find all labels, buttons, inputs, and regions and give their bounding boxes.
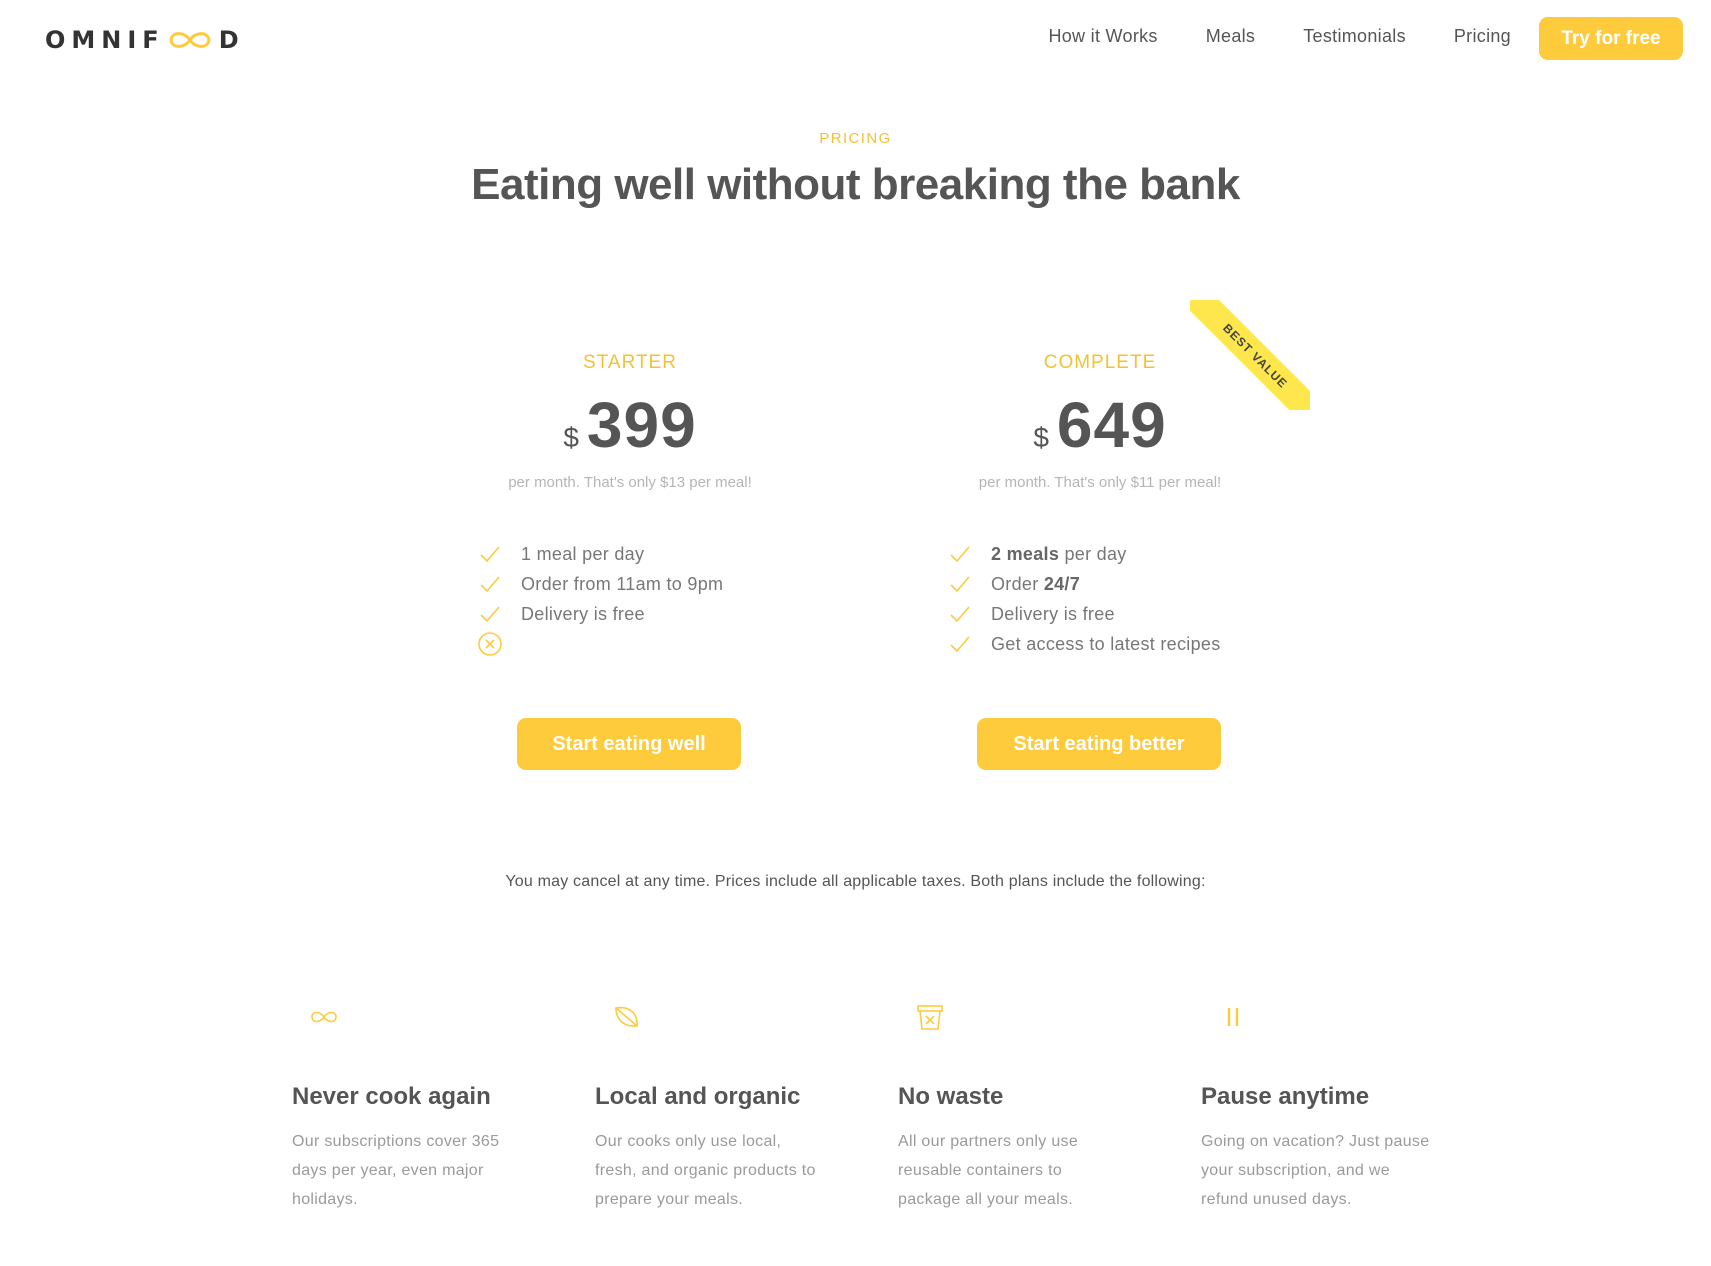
plan-feature: Get access to latest recipes: [947, 629, 1300, 659]
feature-line: holidays.: [292, 1191, 358, 1208]
feature-line: your subscription, and we: [1201, 1162, 1390, 1179]
best-value-ribbon: BEST VALUE: [1190, 300, 1310, 410]
feature-line: reusable containers to: [898, 1162, 1063, 1179]
feature-local-and-organic: Local and organic Our cooks only use loc…: [595, 1000, 855, 1214]
plan-feature: Order 24/7: [947, 569, 1300, 599]
plan-feature-bold: 24/7: [1043, 573, 1081, 594]
site-header: OMNIF D How it Works Meals Testimonials …: [0, 0, 1711, 80]
plan-feature-text: Get access to latest recipes: [991, 633, 1221, 654]
price-note: per month. That's only $13 per meal!: [508, 474, 752, 491]
infinity-icon: [311, 1011, 337, 1023]
plan-feature-list: 2 meals per day Order 24/7 Delivery is f…: [900, 539, 1300, 659]
plan-feature-text: 1 meal per day: [521, 543, 645, 564]
plan-price: $399: [430, 388, 830, 461]
logo-text-left: OMNIF: [45, 26, 165, 54]
checkmark-icon: [947, 541, 973, 567]
feature-description: Our cooks only use local, fresh, and orga…: [595, 1127, 855, 1214]
feature-line: fresh, and organic products to: [595, 1162, 816, 1179]
plan-feature-text: Order 24/7: [991, 574, 1080, 595]
plan-feature-bold: 2 meals: [991, 543, 1060, 564]
leaf-icon: [615, 1006, 638, 1027]
checkmark-icon: [477, 601, 503, 627]
section-subheading: PRICING: [819, 130, 892, 147]
pricing-plan-starter: STARTER $399 per month. That's only $13 …: [430, 300, 830, 770]
plan-feature-text: Delivery is free: [991, 603, 1115, 624]
feature-line: days per year, even major: [292, 1162, 484, 1179]
checkmark-icon: [947, 571, 973, 597]
feature-pause-anytime: Pause anytime Going on vacation? Just pa…: [1201, 1000, 1461, 1214]
checkmark-icon: [477, 571, 503, 597]
nav-pricing[interactable]: Pricing: [1454, 26, 1511, 47]
feature-line: refund unused days.: [1201, 1191, 1352, 1208]
plan-feature-pre: Order: [991, 573, 1044, 594]
feature-title: No waste: [898, 1083, 1004, 1110]
feature-line: Our cooks only use local,: [595, 1133, 782, 1150]
feature-line: Going on vacation? Just pause: [1201, 1133, 1430, 1150]
price-amount: 399: [586, 389, 697, 461]
feature-line: prepare your meals.: [595, 1191, 743, 1208]
nav-how-it-works[interactable]: How it Works: [1048, 26, 1157, 47]
feature-never-cook-again: Never cook again Our subscriptions cover…: [292, 1000, 552, 1214]
plan-feature-text: Order from 11am to 9pm: [521, 573, 724, 594]
infinity-loop-icon: [169, 32, 211, 48]
plan-feature: Delivery is free: [477, 599, 830, 629]
feature-title: Pause anytime: [1201, 1083, 1370, 1110]
main-nav: How it Works Meals Testimonials Pricing: [1048, 26, 1511, 47]
start-eating-well-button[interactable]: Start eating well: [517, 718, 741, 770]
nav-testimonials[interactable]: Testimonials: [1303, 26, 1406, 47]
plan-feature-list: 1 meal per day Order from 11am to 9pm De…: [430, 539, 830, 659]
feature-title: Local and organic: [595, 1083, 801, 1110]
cancel-note: You may cancel at any time. Prices inclu…: [505, 873, 1206, 890]
feature-no-waste: No waste All our partners only use reusab…: [898, 1000, 1158, 1214]
plan-feature: 1 meal per day: [477, 539, 830, 569]
price-note: per month. That's only $11 per meal!: [978, 474, 1222, 491]
feature-description: All our partners only use reusable contai…: [898, 1127, 1158, 1214]
feature-description: Going on vacation? Just pause your subscr…: [1201, 1127, 1461, 1214]
logo-text-right: D: [218, 26, 245, 54]
feature-title: Never cook again: [292, 1083, 491, 1110]
checkmark-icon: [477, 541, 503, 567]
plan-feature: Order from 11am to 9pm: [477, 569, 830, 599]
plan-feature-text: 2 meals per day: [991, 544, 1127, 565]
feature-description: Our subscriptions cover 365 days per year…: [292, 1127, 552, 1214]
plan-feature: [477, 629, 830, 659]
pause-icon: [1227, 1008, 1239, 1026]
plan-feature-rest: per day: [1059, 543, 1127, 564]
ribbon-label: BEST VALUE: [1190, 300, 1310, 410]
feature-line: package all your meals.: [898, 1191, 1073, 1208]
feature-line: Our subscriptions cover 365: [292, 1133, 500, 1150]
section-heading: Eating well without breaking the bank: [471, 160, 1240, 209]
checkmark-icon: [947, 601, 973, 627]
plan-feature-text: Delivery is free: [521, 603, 645, 624]
price-currency: $: [1033, 422, 1049, 453]
feature-line: All our partners only use: [898, 1133, 1079, 1150]
plan-feature: 2 meals per day: [947, 539, 1300, 569]
checkmark-icon: [947, 631, 973, 657]
price-amount: 649: [1056, 389, 1167, 461]
start-eating-better-button[interactable]: Start eating better: [977, 718, 1221, 770]
logo[interactable]: OMNIF D: [45, 22, 245, 58]
plan-feature: Delivery is free: [947, 599, 1300, 629]
try-for-free-button[interactable]: Try for free: [1539, 17, 1683, 60]
nav-meals[interactable]: Meals: [1206, 26, 1256, 47]
price-currency: $: [563, 422, 579, 453]
trash-icon: [917, 1005, 943, 1030]
plan-name: STARTER: [583, 352, 677, 373]
close-circle-icon: [477, 631, 503, 657]
